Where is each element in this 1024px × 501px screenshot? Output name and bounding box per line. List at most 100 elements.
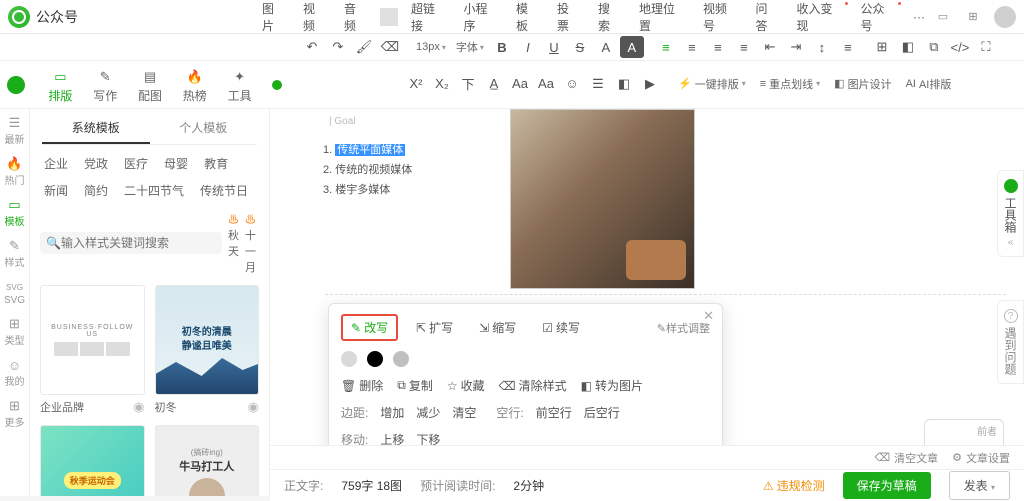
indent-inc-icon[interactable]: ⇥ xyxy=(784,36,808,58)
menu-image[interactable]: 图片 xyxy=(253,0,294,34)
line-height-icon[interactable]: ↕ xyxy=(810,36,834,58)
chip-parenting[interactable]: 母婴 xyxy=(164,155,188,172)
bold-button[interactable]: B xyxy=(490,36,514,58)
margin-inc[interactable]: 增加 xyxy=(380,404,404,421)
text-underline-color-icon[interactable]: A̲ xyxy=(482,73,506,95)
action-copy[interactable]: ⧉复制 xyxy=(397,377,433,394)
subtab-personal[interactable]: 个人模板 xyxy=(150,113,258,144)
action-delete[interactable]: 🗑删除 xyxy=(341,377,383,394)
preview-icon[interactable]: ◉ xyxy=(133,399,144,415)
panel-tab-rewrite[interactable]: ✎改写 xyxy=(341,314,398,341)
list-ordered-icon[interactable]: ≡ xyxy=(836,36,860,58)
code-icon[interactable]: </> xyxy=(948,36,972,58)
panel-tab-shorten[interactable]: ⇲缩写 xyxy=(471,316,524,339)
menu-account[interactable]: 公众号 xyxy=(851,0,904,34)
chip-medical[interactable]: 医疗 xyxy=(124,155,148,172)
color-swatch[interactable] xyxy=(367,351,383,367)
menu-monetize[interactable]: 收入变现 xyxy=(787,0,851,34)
editor-canvas[interactable]: | Goal 1. 传统平面媒体 2. 传统的视频媒体 3. 楼宇多媒体 ✕ ✎… xyxy=(270,109,1024,496)
chip-news[interactable]: 新闻 xyxy=(44,182,68,199)
rail-types[interactable]: ⊞类型 xyxy=(5,316,25,347)
media-icon[interactable]: ▶ xyxy=(638,73,662,95)
clear-format-icon[interactable]: ⌫ xyxy=(378,36,402,58)
doc-image[interactable] xyxy=(510,109,695,289)
underline-button[interactable]: U xyxy=(542,36,566,58)
panel-tab-expand[interactable]: ⇱扩写 xyxy=(408,316,461,339)
quick-autumn[interactable]: ♨秋天 xyxy=(228,211,239,275)
close-icon[interactable]: ✕ xyxy=(703,308,714,324)
phone-preview-icon[interactable]: ▭ xyxy=(934,8,952,26)
image-design-button[interactable]: ◧图片设计 xyxy=(828,76,897,92)
template-card[interactable]: (搞砖ing) 牛马打工人 牛马打工人◉ xyxy=(155,425,260,496)
app-tray-icon[interactable]: ⊞ xyxy=(964,8,982,26)
blank-before[interactable]: 前空行 xyxy=(536,404,572,421)
strike-button[interactable]: S xyxy=(568,36,592,58)
letter-spacing-icon[interactable]: 下 xyxy=(456,73,480,95)
emoji-icon[interactable]: ☺ xyxy=(560,73,584,95)
indent-dec-icon[interactable]: ⇤ xyxy=(758,36,782,58)
list-icon[interactable]: ☰ xyxy=(586,73,610,95)
article-settings-button[interactable]: ⚙文章设置 xyxy=(952,450,1010,466)
menu-search[interactable]: 搜索 xyxy=(589,0,630,34)
rail-mine[interactable]: ☺我的 xyxy=(5,357,25,388)
maintab-images[interactable]: ▤配图 xyxy=(128,65,173,108)
search-input[interactable] xyxy=(61,236,216,250)
menu-qa[interactable]: 问答 xyxy=(746,0,787,34)
fullscreen-icon[interactable]: ⛶ xyxy=(974,36,998,58)
subtab-system[interactable]: 系统模板 xyxy=(42,113,150,144)
case-icon-2[interactable]: Aa xyxy=(534,73,558,95)
rail-hot[interactable]: 🔥热门 xyxy=(5,156,25,187)
font-color-button[interactable]: A xyxy=(594,36,618,58)
panel-tab-continue[interactable]: ☑续写 xyxy=(534,316,588,339)
pic-icon[interactable]: ◧ xyxy=(612,73,636,95)
rail-more[interactable]: ⊞更多 xyxy=(5,398,25,429)
font-family-select[interactable]: 字体▾ xyxy=(452,39,488,55)
color-swatch[interactable] xyxy=(341,351,357,367)
panel-style-adjust[interactable]: ✎样式调整 xyxy=(657,320,710,336)
bg-color-button[interactable]: A xyxy=(620,36,644,58)
maintab-hot[interactable]: 🔥热榜 xyxy=(172,65,217,108)
format-paint-icon[interactable]: 🖌 xyxy=(352,36,376,58)
rail-templates[interactable]: ▭模板 xyxy=(5,197,25,228)
template-card[interactable]: 秋季运动会 秋季运动会◉ xyxy=(40,425,145,496)
chip-simple[interactable]: 简约 xyxy=(84,182,108,199)
ai-layout-button[interactable]: AIAI排版 xyxy=(900,76,958,92)
maintab-tools[interactable]: ✦工具 xyxy=(217,65,262,108)
image-icon[interactable]: ◧ xyxy=(896,36,920,58)
menu-audio[interactable]: 音频 xyxy=(335,0,376,34)
user-avatar[interactable] xyxy=(994,6,1016,28)
violation-check-button[interactable]: ⚠违规检测 xyxy=(763,477,825,494)
rail-latest[interactable]: ☰最新 xyxy=(5,115,25,146)
subscript-icon[interactable]: X₂ xyxy=(430,73,454,95)
search-input-wrap[interactable]: 🔍 xyxy=(40,232,222,254)
margin-clear[interactable]: 清空 xyxy=(452,404,476,421)
menu-location[interactable]: 地理位置 xyxy=(630,0,694,34)
action-fav[interactable]: ☆收藏 xyxy=(447,377,485,394)
blank-after[interactable]: 后空行 xyxy=(584,404,620,421)
align-justify-icon[interactable]: ≡ xyxy=(732,36,756,58)
template-card[interactable]: BUSINESS·FOLLOW US 企业品牌◉ xyxy=(40,285,145,415)
key-underline-button[interactable]: ≡重点划线▾ xyxy=(754,76,826,92)
menu-miniprogram[interactable]: 小程序 xyxy=(455,0,508,34)
menu-channels[interactable]: 视频号 xyxy=(694,0,747,34)
undo-icon[interactable]: ↶ xyxy=(300,36,324,58)
preview-icon[interactable]: ◉ xyxy=(248,399,259,415)
case-icon[interactable]: Aa xyxy=(508,73,532,95)
italic-button[interactable]: I xyxy=(516,36,540,58)
clear-article-button[interactable]: ⌫清空文章 xyxy=(875,450,939,466)
toolbox-floater[interactable]: 工具箱 « xyxy=(997,170,1024,257)
menu-template[interactable]: 模板 xyxy=(507,0,548,34)
save-draft-button[interactable]: 保存为草稿 xyxy=(843,472,931,499)
menu-hyperlink[interactable]: 超链接 xyxy=(402,0,455,34)
chip-solar-terms[interactable]: 二十四节气 xyxy=(124,182,184,199)
table-icon[interactable]: ⊞ xyxy=(870,36,894,58)
chip-enterprise[interactable]: 企业 xyxy=(44,155,68,172)
action-clearstyle[interactable]: ⌫清除样式 xyxy=(499,377,567,394)
template-card[interactable]: 初冬的清晨 静谧且唯美 初冬◉ xyxy=(155,285,260,415)
onekey-layout-button[interactable]: ⚡一键排版▾ xyxy=(672,76,752,92)
superscript-icon[interactable]: X² xyxy=(404,73,428,95)
margin-dec[interactable]: 减少 xyxy=(416,404,440,421)
align-center-icon[interactable]: ≡ xyxy=(680,36,704,58)
layout-icon[interactable]: ⧉ xyxy=(922,36,946,58)
font-size-select[interactable]: 13px▾ xyxy=(412,41,450,53)
